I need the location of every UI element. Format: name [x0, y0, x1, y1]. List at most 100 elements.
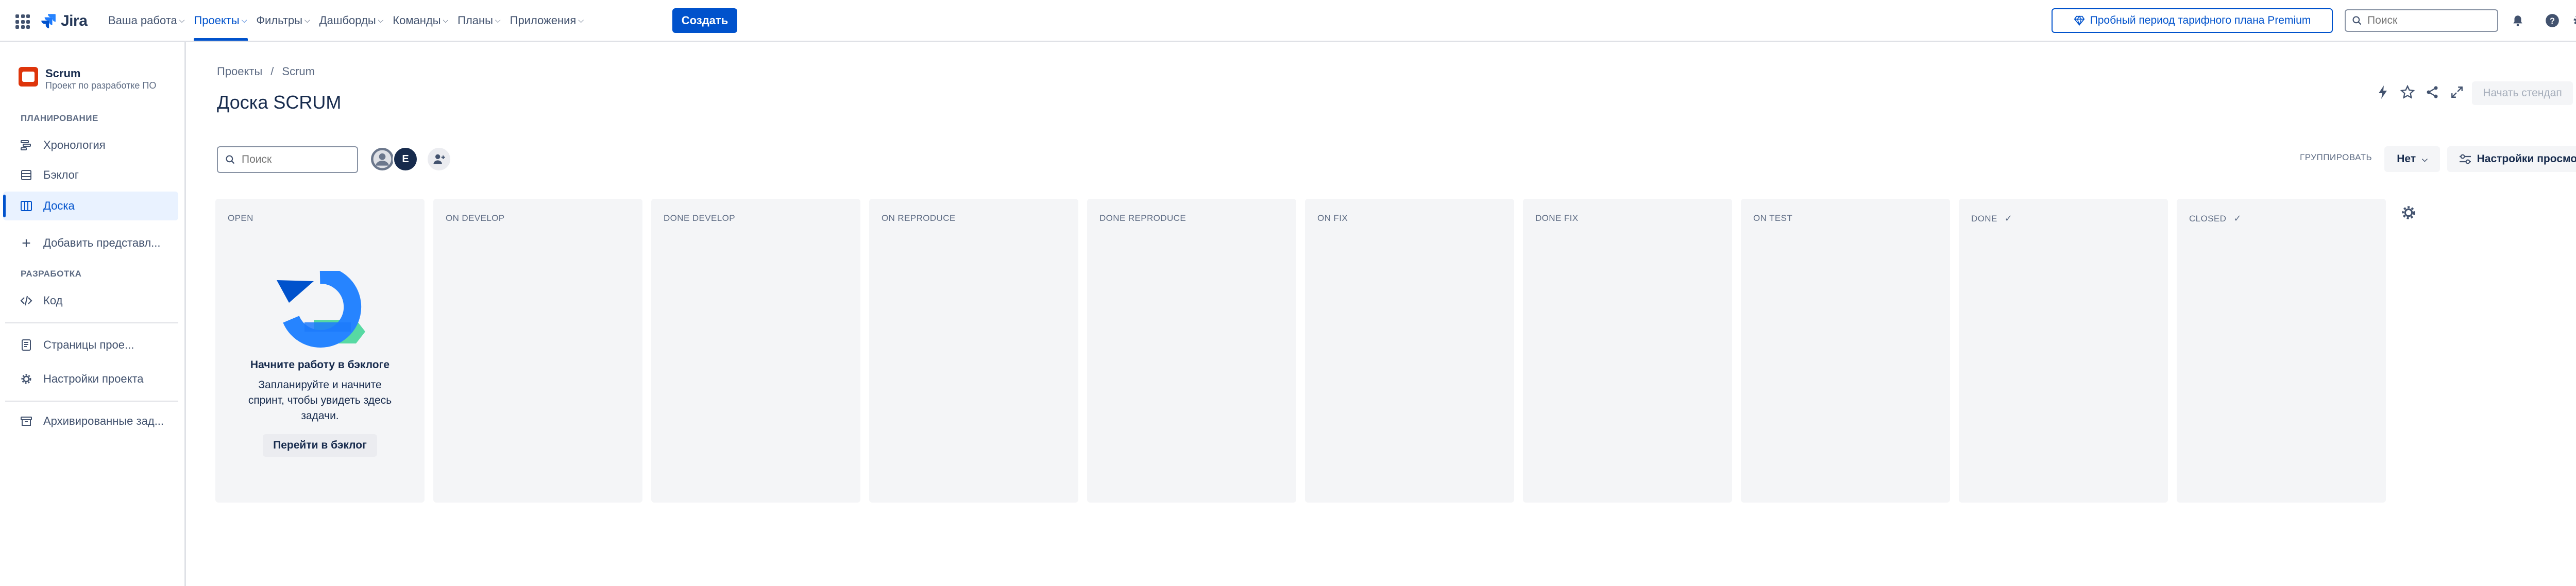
sidebar-divider — [5, 401, 178, 402]
column-title-text[interactable]: ON TEST — [1753, 213, 1792, 223]
chevron-down-icon: ⌵ — [241, 16, 247, 24]
column-title: ON FIX — [1317, 213, 1348, 223]
sidebar-item-project-settings-label: Настройки проекта — [43, 372, 144, 385]
start-standup-button[interactable]: Начать стендап — [2472, 81, 2573, 105]
jira-logo-icon — [41, 14, 56, 28]
sidebar-item-code[interactable]: Код — [3, 286, 178, 315]
chevron-down-icon: ⌵ — [2422, 154, 2428, 163]
breadcrumb-separator: / — [270, 65, 274, 78]
automation-lightning-icon[interactable] — [2373, 82, 2393, 102]
chevron-down-icon: ⌵ — [378, 16, 384, 24]
group-by-value: Нет — [2397, 153, 2416, 165]
timeline-icon — [20, 139, 33, 152]
chevron-down-icon: ⌵ — [443, 16, 449, 24]
column-title-text[interactable]: DONE DEVELOP — [664, 213, 735, 223]
board-icon — [20, 199, 33, 213]
sidebar-item-project-settings[interactable]: Настройки проекта — [3, 365, 178, 393]
breadcrumb-projects[interactable]: Проекты — [217, 65, 262, 78]
nav-plans-label: Планы — [457, 13, 493, 27]
pages-icon — [20, 338, 33, 352]
column-settings-gear-icon[interactable] — [2398, 202, 2419, 223]
sidebar-item-code-label: Код — [43, 294, 63, 307]
sidebar-item-add-view[interactable]: Добавить представл... — [3, 229, 178, 257]
project-header[interactable]: Scrum Проект по разработке ПО — [19, 67, 156, 91]
board-search[interactable] — [217, 146, 358, 173]
settings-gear-icon[interactable] — [2571, 12, 2576, 29]
project-sidebar: Scrum Проект по разработке ПО ПЛАНИРОВАН… — [0, 42, 186, 586]
column-title: ON TEST — [1753, 213, 1792, 223]
sidebar-item-timeline[interactable]: Хронология — [3, 131, 178, 160]
checkmark-icon: ✓ — [2004, 213, 2013, 223]
sidebar-item-archived-label: Архивированные зад... — [43, 415, 164, 427]
help-icon[interactable]: ? — [2544, 12, 2561, 29]
global-search[interactable] — [2345, 9, 2498, 32]
create-button[interactable]: Создать — [672, 8, 737, 33]
premium-trial-label: Пробный период тарифного плана Premium — [2090, 14, 2311, 26]
sidebar-item-archived[interactable]: Архивированные зад... — [3, 407, 178, 436]
empty-state-heading: Начните работу в бэклоге — [250, 359, 390, 371]
column-title-text[interactable]: OPEN — [228, 213, 253, 223]
jira-logo[interactable]: Jira — [39, 11, 88, 31]
column-title-text[interactable]: CLOSED — [2189, 214, 2226, 224]
add-people-button[interactable] — [426, 146, 452, 172]
breadcrumb: Проекты / Scrum — [217, 65, 315, 78]
nav-filters[interactable]: Фильтры ⌵ — [254, 0, 317, 41]
sidebar-item-backlog-label: Бэклог — [43, 168, 79, 181]
search-icon — [226, 155, 235, 164]
board-column: ON DEVELOP — [433, 199, 642, 503]
unassigned-avatar[interactable] — [369, 146, 395, 172]
column-title: ON REPRODUCE — [882, 213, 956, 223]
project-name: Scrum — [45, 67, 81, 80]
column-title-text[interactable]: DONE — [1971, 214, 1997, 224]
column-title: ON DEVELOP — [446, 213, 505, 223]
svg-text:?: ? — [2550, 16, 2555, 26]
column-title: OPEN — [228, 213, 253, 223]
empty-backlog-state: Начните работу в бэклоге Запланируйте и … — [215, 266, 425, 457]
plus-icon — [20, 236, 33, 250]
premium-trial-button[interactable]: Пробный период тарифного плана Premium — [2052, 8, 2333, 33]
empty-state-text: Запланируйте и начните спринт, чтобы уви… — [248, 379, 392, 422]
board-column: DONE DEVELOP — [651, 199, 860, 503]
group-by-label: ГРУППИРОВАТЬ — [2300, 152, 2372, 162]
column-title: DONE ✓ — [1971, 213, 2012, 224]
column-title: CLOSED ✓ — [2189, 213, 2242, 224]
nav-plans[interactable]: Планы ⌵ — [455, 0, 507, 41]
board-search-input[interactable] — [241, 153, 351, 166]
column-title-text[interactable]: DONE FIX — [1535, 213, 1579, 223]
jira-logo-text: Jira — [61, 12, 88, 29]
share-icon[interactable] — [2422, 82, 2442, 102]
nav-filters-label: Фильтры — [256, 13, 303, 27]
sliders-icon — [2459, 154, 2471, 164]
chevron-down-icon: ⌵ — [495, 16, 501, 24]
gem-icon — [2074, 15, 2084, 26]
group-by-select[interactable]: Нет ⌵ — [2384, 146, 2440, 172]
top-navigation: Jira Ваша работа ⌵ Проекты ⌵ Фильтры ⌵ Дашб… — [0, 0, 2576, 42]
user-avatar-filter[interactable]: E — [393, 146, 418, 172]
board-column: ON REPRODUCE — [869, 199, 1078, 503]
nav-dashboards[interactable]: Дашборды ⌵ — [317, 0, 391, 41]
sidebar-item-board[interactable]: Доска — [3, 192, 178, 220]
board-column: OPEN Начните работу в бэклоге Запланируй… — [215, 199, 425, 503]
breadcrumb-scrum[interactable]: Scrum — [282, 65, 315, 78]
notifications-icon[interactable] — [2510, 12, 2526, 29]
global-search-input[interactable] — [2366, 14, 2492, 27]
column-title-text[interactable]: ON DEVELOP — [446, 213, 505, 223]
app-switcher-icon[interactable] — [15, 14, 30, 29]
view-settings-button[interactable]: Настройки просмотра — [2447, 146, 2576, 172]
column-title-text[interactable]: ON FIX — [1317, 213, 1348, 223]
nav-apps[interactable]: Приложения ⌵ — [508, 0, 591, 41]
board-column: DONE ✓ — [1959, 199, 2168, 503]
go-to-backlog-button[interactable]: Перейти в бэклог — [263, 434, 377, 457]
nav-your-work-label: Ваша работа — [108, 13, 177, 27]
nav-projects[interactable]: Проекты ⌵ — [192, 0, 254, 41]
star-icon[interactable] — [2398, 82, 2417, 102]
nav-teams[interactable]: Команды ⌵ — [391, 0, 455, 41]
page-title: Доска SCRUM — [217, 92, 342, 113]
sidebar-item-backlog[interactable]: Бэклог — [3, 161, 178, 189]
column-title-text[interactable]: ON REPRODUCE — [882, 213, 956, 223]
board-column: DONE REPRODUCE — [1087, 199, 1296, 503]
column-title-text[interactable]: DONE REPRODUCE — [1099, 213, 1186, 223]
fullscreen-expand-icon[interactable] — [2447, 82, 2467, 102]
nav-your-work[interactable]: Ваша работа ⌵ — [106, 0, 192, 41]
sidebar-item-project-pages[interactable]: Страницы прое... — [3, 331, 178, 359]
